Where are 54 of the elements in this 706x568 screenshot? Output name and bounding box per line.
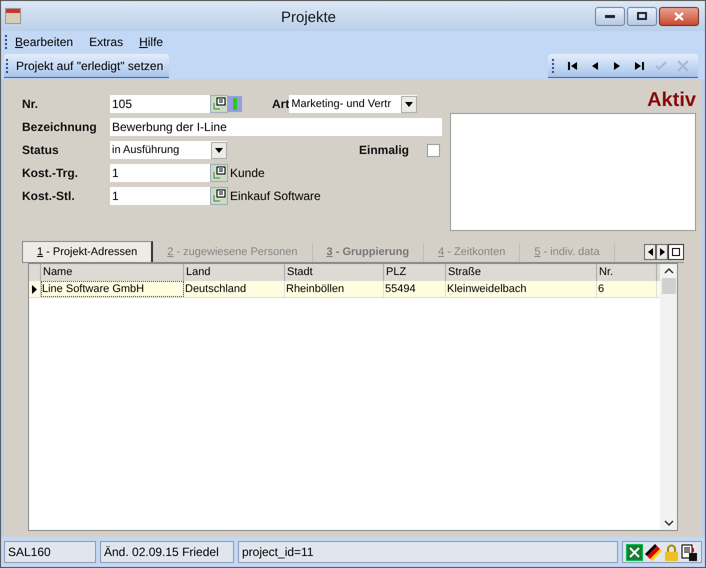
scroll-right-button[interactable] (656, 244, 668, 260)
left-arrow-icon (648, 248, 652, 256)
lookup-icon[interactable] (210, 187, 228, 205)
table-cell: Rheinböllen (285, 281, 384, 297)
window-tab-button[interactable] (668, 244, 684, 260)
notes-area[interactable] (450, 113, 696, 231)
table-cell: Kleinweidelbach (446, 281, 597, 297)
field-label: Einmalig (358, 143, 409, 157)
row-pointer-icon (32, 284, 37, 294)
window-title: Projekte (281, 8, 336, 28)
lookup-icon[interactable] (210, 164, 228, 182)
lookup-text: Kunde (230, 165, 265, 182)
menu-item[interactable]: Extras (89, 33, 124, 51)
maximize-button[interactable] (627, 6, 657, 26)
table-cell: Line Software GmbH (41, 281, 184, 297)
status-text: Aktiv (647, 89, 696, 111)
lookup-text: Einkauf Software (230, 188, 321, 205)
field-label: Kost.-Stl. (22, 188, 76, 205)
close-button[interactable] (659, 6, 699, 26)
minimize-button[interactable] (595, 6, 625, 26)
checkbox[interactable] (427, 144, 440, 156)
status-field: Änd. 02.09.15 Friedel (100, 541, 234, 563)
status-dropdown[interactable]: in Ausführung (110, 141, 227, 159)
set-done-button[interactable]: Projekt auf "erledigt" setzen (16, 56, 168, 74)
status-field: SAL160 (4, 541, 96, 563)
table-cell: 6 (597, 281, 657, 297)
field-label: Nr. (22, 96, 40, 113)
table-cell: Deutschland (184, 281, 285, 297)
table-cell: 55494 (384, 281, 446, 297)
tab[interactable]: 1 - Projekt-Adressen (22, 241, 154, 262)
scrollbar-thumb[interactable] (662, 278, 676, 294)
right-arrow-icon (660, 248, 664, 256)
dropdown-icon[interactable] (401, 96, 418, 112)
field-label: Art (272, 97, 290, 111)
flag-icon[interactable] (645, 544, 662, 560)
menu-item[interactable]: Hilfe (139, 33, 164, 51)
save-document-icon[interactable] (681, 544, 698, 560)
type-dropdown[interactable]: Marketing- und Vertr (289, 95, 418, 113)
lookup-icon[interactable] (210, 95, 228, 113)
field-label: Status (22, 142, 60, 159)
app-icon (5, 8, 21, 24)
dropdown-icon[interactable] (211, 142, 227, 158)
number-field[interactable]: 105 (110, 95, 210, 113)
status-field: project_id=11 (238, 541, 618, 563)
spreadsheet-icon[interactable] (626, 544, 643, 560)
field-label: Kost.-Trg. (22, 165, 79, 182)
cost-center-field[interactable]: 1 (110, 187, 210, 205)
close-icon (674, 12, 684, 20)
scroll-left-button[interactable] (644, 244, 656, 260)
description-field[interactable]: Bewerbung der I-Line (110, 118, 442, 136)
vertical-scrollbar[interactable] (660, 264, 677, 530)
cost-bearer-field[interactable]: 1 (110, 164, 210, 182)
menu-item[interactable]: Bearbeiten (15, 33, 74, 51)
field-label: Bezeichnung (22, 119, 98, 136)
